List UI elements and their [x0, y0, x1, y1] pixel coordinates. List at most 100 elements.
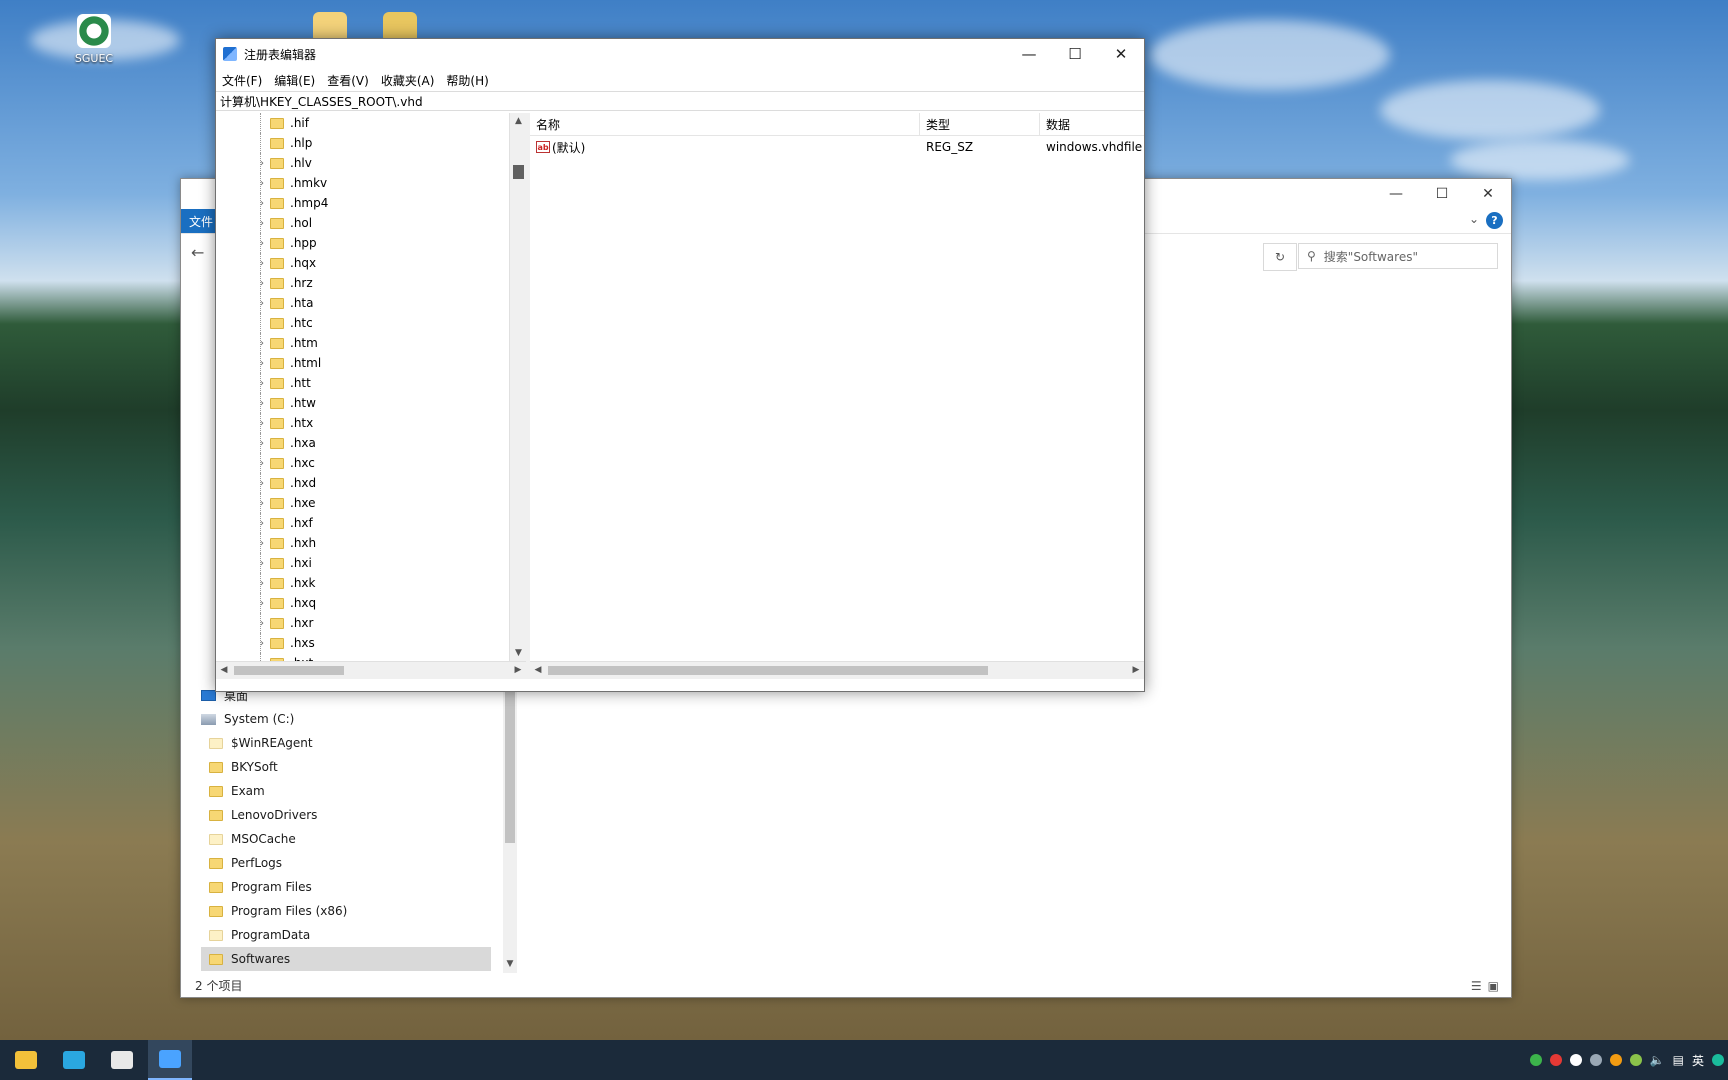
registry-key-item[interactable]: › .htm	[216, 333, 508, 353]
registry-key-item[interactable]: › .hlv	[216, 153, 508, 173]
regedit-title-bar[interactable]: 注册表编辑器 — ☐ ✕	[216, 39, 1144, 69]
registry-key-item[interactable]: › .hmkv	[216, 173, 508, 193]
tree-item-programdata[interactable]: ProgramData	[201, 923, 491, 947]
chevron-right-icon[interactable]: ›	[256, 358, 268, 369]
chevron-right-icon[interactable]: ›	[256, 618, 268, 629]
registry-key-item[interactable]: › .hol	[216, 213, 508, 233]
registry-key-item[interactable]: › .hxr	[216, 613, 508, 633]
network-icon[interactable]: ▤	[1673, 1053, 1684, 1067]
registry-key-item[interactable]: › .hqx	[216, 253, 508, 273]
chevron-right-icon[interactable]: ›	[256, 178, 268, 189]
menu-item-file[interactable]: 文件(F)	[222, 72, 262, 89]
registry-key-item[interactable]: › .hxf	[216, 513, 508, 533]
chevron-right-icon[interactable]: ›	[256, 638, 268, 649]
taskbar-button[interactable]	[52, 1040, 96, 1080]
chevron-right-icon[interactable]: ›	[256, 458, 268, 469]
chevron-right-icon[interactable]: ›	[256, 498, 268, 509]
scroll-left-icon[interactable]: ◀	[216, 662, 232, 679]
chevron-right-icon[interactable]: ›	[256, 578, 268, 589]
search-input[interactable]: ⚲ 搜索"Softwares"	[1298, 243, 1498, 269]
list-horizontal-scrollbar[interactable]: ◀ ▶	[530, 661, 1144, 679]
list-item[interactable]: ab (默认) REG_SZ windows.vhdfile	[530, 137, 1144, 157]
chevron-right-icon[interactable]: ›	[256, 538, 268, 549]
tree-horizontal-scrollbar[interactable]: ◀ ▶	[216, 661, 526, 679]
registry-key-item[interactable]: › .hpp	[216, 233, 508, 253]
refresh-icon[interactable]: ↻	[1263, 243, 1297, 271]
registry-key-item[interactable]: .hlp	[216, 133, 508, 153]
maximize-icon[interactable]: ☐	[1052, 39, 1098, 69]
display-icon[interactable]	[1589, 1054, 1602, 1066]
chevron-right-icon[interactable]: ›	[256, 398, 268, 409]
taskbar-button[interactable]	[4, 1040, 48, 1080]
registry-key-item[interactable]: › .hxe	[216, 493, 508, 513]
column-header-data[interactable]: 数据	[1040, 113, 1144, 135]
minimize-icon[interactable]: —	[1006, 39, 1052, 69]
chevron-right-icon[interactable]: ›	[256, 218, 268, 229]
registry-key-item[interactable]: › .hxk	[216, 573, 508, 593]
tree-item-system-c[interactable]: System (C:)	[201, 707, 491, 731]
registry-key-item[interactable]: › .hmp4	[216, 193, 508, 213]
chevron-right-icon[interactable]: ›	[256, 238, 268, 249]
back-arrow-icon[interactable]: ←	[191, 243, 204, 262]
scrollbar-thumb[interactable]	[513, 165, 524, 179]
registry-key-item[interactable]: › .hxa	[216, 433, 508, 453]
registry-key-item[interactable]: › .hxq	[216, 593, 508, 613]
registry-key-item[interactable]: › .hta	[216, 293, 508, 313]
explorer-tree-scrollbar[interactable]: ▼	[503, 683, 517, 973]
tree-item-msocache[interactable]: MSOCache	[201, 827, 491, 851]
chevron-right-icon[interactable]: ›	[256, 438, 268, 449]
chevron-right-icon[interactable]: ›	[256, 418, 268, 429]
registry-key-item[interactable]: › .htw	[216, 393, 508, 413]
tree-item-lenovodrivers[interactable]: LenovoDrivers	[201, 803, 491, 827]
maximize-icon[interactable]: ☐	[1419, 179, 1465, 209]
chevron-right-icon[interactable]: ›	[256, 258, 268, 269]
column-header-name[interactable]: 名称	[530, 113, 920, 135]
chevron-right-icon[interactable]: ›	[256, 478, 268, 489]
minimize-icon[interactable]: —	[1373, 179, 1419, 209]
menu-item-edit[interactable]: 编辑(E)	[274, 72, 315, 89]
chevron-right-icon[interactable]: ›	[256, 518, 268, 529]
chevron-right-icon[interactable]: ›	[256, 198, 268, 209]
chevron-right-icon[interactable]: ›	[256, 338, 268, 349]
registry-key-item[interactable]: › .hxi	[216, 553, 508, 573]
scroll-down-icon[interactable]: ▼	[503, 959, 517, 973]
scrollbar-thumb[interactable]	[234, 666, 344, 675]
close-icon[interactable]: ✕	[1098, 39, 1144, 69]
scroll-right-icon[interactable]: ▶	[1128, 662, 1144, 679]
tree-item-perflogs[interactable]: PerfLogs	[201, 851, 491, 875]
chevron-right-icon[interactable]: ›	[256, 378, 268, 389]
scrollbar-thumb[interactable]	[548, 666, 988, 675]
registry-key-item[interactable]: › .hxh	[216, 533, 508, 553]
tree-item-bkysoft[interactable]: BKYSoft	[201, 755, 491, 779]
registry-key-item[interactable]: .htc	[216, 313, 508, 333]
chevron-right-icon[interactable]: ›	[256, 158, 268, 169]
menu-item-view[interactable]: 查看(V)	[327, 72, 369, 89]
chevron-right-icon[interactable]: ›	[256, 598, 268, 609]
shield-icon[interactable]	[1569, 1054, 1582, 1066]
column-header-type[interactable]: 类型	[920, 113, 1040, 135]
scroll-right-icon[interactable]: ▶	[510, 662, 526, 679]
chevron-down-icon[interactable]: ⌄	[1469, 212, 1479, 226]
registry-key-item[interactable]: › .htt	[216, 373, 508, 393]
tree-item-program-files-x86[interactable]: Program Files (x86)	[201, 899, 491, 923]
registry-key-item[interactable]: › .htx	[216, 413, 508, 433]
scroll-down-icon[interactable]: ▼	[510, 645, 527, 661]
large-icons-view-icon[interactable]: ▣	[1488, 979, 1499, 993]
add-icon[interactable]	[1629, 1054, 1642, 1066]
input-method-indicator[interactable]: 英	[1692, 1052, 1704, 1069]
app-tray-icon[interactable]	[1609, 1054, 1622, 1066]
volume-icon[interactable]: 🔈	[1650, 1053, 1665, 1067]
registry-key-item[interactable]: › .html	[216, 353, 508, 373]
tree-item-exam[interactable]: Exam	[201, 779, 491, 803]
registry-key-item[interactable]: › .hxd	[216, 473, 508, 493]
address-bar[interactable]: 计算机\HKEY_CLASSES_ROOT\.vhd	[216, 91, 1144, 111]
registry-key-item[interactable]: .hif	[216, 113, 508, 133]
scroll-left-icon[interactable]: ◀	[530, 662, 546, 679]
details-view-icon[interactable]: ☰	[1471, 979, 1482, 993]
menu-item-help[interactable]: 帮助(H)	[446, 72, 488, 89]
taskbar-button[interactable]	[100, 1040, 144, 1080]
registry-key-item[interactable]: › .hrz	[216, 273, 508, 293]
tree-item-softwares[interactable]: Softwares	[201, 947, 491, 971]
scroll-up-icon[interactable]: ▲	[510, 113, 527, 129]
tree-item-program-files[interactable]: Program Files	[201, 875, 491, 899]
